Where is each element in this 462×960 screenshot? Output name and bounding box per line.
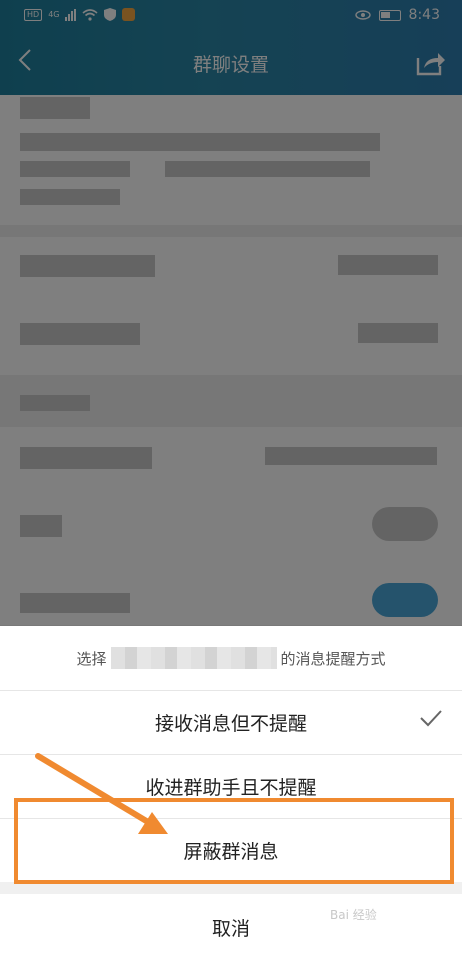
- option-label: 接收消息但不提醒: [154, 713, 307, 735]
- dim-overlay[interactable]: [0, 0, 462, 626]
- cancel-button[interactable]: 取消: [0, 894, 462, 960]
- notification-action-sheet: 选择 的消息提醒方式 接收消息但不提醒 收进群助手且不提醒 屏蔽群消息 取消: [0, 626, 462, 960]
- check-icon: [420, 710, 442, 727]
- option-receive-no-alert[interactable]: 接收消息但不提醒: [0, 690, 462, 754]
- watermark: Bai 经验: [330, 908, 377, 922]
- sheet-title: 选择 的消息提醒方式: [0, 626, 462, 690]
- sheet-title-prefix: 选择: [76, 649, 107, 668]
- blurred-group-name: [110, 647, 277, 669]
- option-label: 收进群助手且不提醒: [145, 777, 317, 799]
- sheet-title-suffix: 的消息提醒方式: [280, 649, 386, 668]
- cancel-label: 取消: [211, 917, 250, 940]
- highlight-box: [14, 798, 454, 884]
